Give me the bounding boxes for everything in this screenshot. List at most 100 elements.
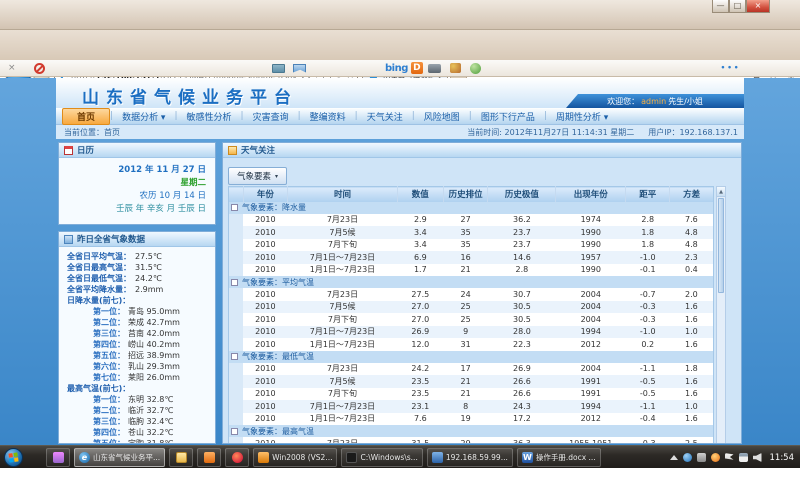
rank-row: 第三位：莒南 42.0mm bbox=[67, 328, 215, 339]
group-checkbox-icon[interactable] bbox=[231, 204, 238, 211]
table-header-row: 年份时间数值历史排位历史极值出现年份距平方差 bbox=[229, 187, 714, 202]
camera-addon-icon[interactable] bbox=[428, 64, 441, 73]
table-cell: 22.3 bbox=[488, 338, 556, 351]
table-cell: 23.7 bbox=[488, 226, 556, 239]
taskbar-button-6[interactable]: Win2008 (VS2... bbox=[253, 448, 337, 467]
nav-item-9[interactable]: 周期性分析 ▾ bbox=[547, 109, 617, 124]
table-scrollbar[interactable]: ▲ bbox=[716, 186, 726, 444]
rank-row: 第一位：青岛 95.0mm bbox=[67, 306, 215, 317]
stat-value: 2.9mm bbox=[135, 285, 163, 294]
cards-addon-icon[interactable] bbox=[272, 64, 285, 73]
welcome-suffix: 先生/小姐 bbox=[668, 96, 703, 107]
d-badge-icon[interactable]: D bbox=[411, 62, 423, 74]
group-title: 气象要素：平均气温 bbox=[242, 278, 314, 287]
group-header-cell: 气象要素：降水量 bbox=[229, 202, 714, 214]
calendar-panel: 日历 2012 年 11 月 27 日 星期二 农历 10 月 14 日 壬辰 … bbox=[58, 142, 216, 225]
globe-addon-icon[interactable] bbox=[470, 63, 481, 74]
table-cell: 0.2 bbox=[626, 338, 670, 351]
minimize-button[interactable]: — bbox=[712, 0, 729, 13]
group-checkbox-icon[interactable] bbox=[231, 353, 238, 360]
group-header-row[interactable]: 气象要素：降水量 bbox=[229, 202, 714, 214]
nav-item-6[interactable]: 天气关注 bbox=[358, 109, 412, 124]
group-header-row[interactable]: 气象要素：最低气温 bbox=[229, 351, 714, 363]
nav-item-4[interactable]: 灾害查询 bbox=[244, 109, 298, 124]
group-header-cell: 气象要素：平均气温 bbox=[229, 276, 714, 288]
taskbar-button-7[interactable]: C:\Windows\s... bbox=[341, 448, 422, 467]
table-cell: 7月1日～7月23日 bbox=[288, 251, 398, 264]
table-cell: 25 bbox=[443, 301, 488, 314]
status-line: 当前位置：首页 当前时间: 2012年11月27日 11:14:31 星期二 用… bbox=[56, 125, 744, 139]
tray-security-icon[interactable] bbox=[711, 453, 720, 462]
group-title: 气象要素：最低气温 bbox=[242, 352, 314, 361]
maximize-button[interactable]: □ bbox=[729, 0, 746, 13]
group-header-row[interactable]: 气象要素：最高气温 bbox=[229, 425, 714, 437]
table-cell: 2010 bbox=[243, 288, 288, 301]
taskbar-button-8[interactable]: 192.168.59.99... bbox=[427, 448, 513, 467]
taskbar-button-2[interactable]: e山东省气候业务平... bbox=[74, 448, 165, 467]
scrollbar-thumb[interactable] bbox=[718, 198, 724, 293]
taskbar-button-5[interactable] bbox=[225, 448, 249, 467]
column-header: 数值 bbox=[397, 187, 443, 202]
page-container: 山东省气候业务平台 欢迎您： admin 先生/小姐 首页|数据分析 ▾|敏感性… bbox=[56, 78, 744, 445]
nav-item-3[interactable]: 敏感性分析 bbox=[178, 109, 241, 124]
tray-app-icon[interactable] bbox=[697, 453, 706, 462]
taskbar-button-9[interactable]: W操作手册.docx ... bbox=[517, 448, 601, 467]
taskbar: e山东省气候业务平... Win2008 (VS2...C:\Windows\s.… bbox=[0, 445, 800, 468]
nav-item-7[interactable]: 风险地图 bbox=[415, 109, 469, 124]
table-cell: 1.6 bbox=[670, 338, 714, 351]
rank-label: 第五位： bbox=[93, 439, 125, 444]
taskbar-button-4[interactable] bbox=[197, 448, 221, 467]
stat-value: 24.2℃ bbox=[135, 274, 162, 283]
rank-row: 第二位：临沂 32.7℃ bbox=[67, 405, 215, 416]
table-cell: 2004 bbox=[556, 313, 626, 326]
group-checkbox-icon[interactable] bbox=[231, 428, 238, 435]
table-head: 年份时间数值历史排位历史极值出现年份距平方差 bbox=[229, 187, 714, 202]
close-button[interactable]: × bbox=[746, 0, 770, 13]
rank-label: 第四位： bbox=[93, 340, 125, 349]
taskbar-clock[interactable]: 11:54 bbox=[770, 453, 795, 463]
group-checkbox-icon[interactable] bbox=[231, 279, 238, 286]
table-cell: 7月5候 bbox=[288, 301, 398, 314]
table-cell: 21 bbox=[443, 388, 488, 401]
tray-network-globe-icon[interactable] bbox=[683, 453, 692, 462]
calendar-lunar-date: 农历 10 月 14 日 bbox=[59, 190, 206, 203]
table-row: 20107月1日～7月23日23.1824.31994-1.11.0 bbox=[229, 400, 714, 413]
start-button[interactable] bbox=[4, 448, 23, 467]
sidebar-close-icon[interactable]: × bbox=[8, 63, 16, 73]
volume-icon[interactable] bbox=[753, 453, 762, 462]
nav-item-8[interactable]: 图形下行产品 bbox=[472, 109, 544, 124]
weather-table: 年份时间数值历史排位历史极值出现年份距平方差 气象要素：降水量 20107月23日… bbox=[228, 186, 714, 444]
rank-value: 崂山 40.2mm bbox=[128, 340, 180, 349]
table-cell: 1994 bbox=[556, 326, 626, 339]
group-header-row[interactable]: 气象要素：平均气温 bbox=[229, 276, 714, 288]
mail-addon-icon[interactable] bbox=[293, 64, 306, 73]
taskbar-button-3[interactable] bbox=[169, 448, 193, 467]
table-cell: 7月5候 bbox=[288, 375, 398, 388]
rank-row: 第五位：招远 38.9mm bbox=[67, 350, 215, 361]
page-title: 山东省气候业务平台 bbox=[82, 83, 298, 108]
taskbar-button-1[interactable] bbox=[46, 448, 70, 467]
table-cell: 1957 bbox=[556, 251, 626, 264]
table-cell: 1990 bbox=[556, 264, 626, 277]
nav-item-2[interactable]: 数据分析 ▾ bbox=[113, 109, 174, 124]
action-center-flag-icon[interactable] bbox=[725, 453, 734, 462]
screen: — □ × ← → e http://192.168.137.1/GLCCLIM… bbox=[0, 0, 800, 500]
site-header: 山东省气候业务平台 欢迎您： admin 先生/小姐 bbox=[56, 78, 744, 108]
stat-label: 全省平均降水量： bbox=[67, 285, 131, 294]
row-gutter-cell bbox=[229, 400, 244, 413]
column-header-gutter bbox=[229, 187, 244, 202]
blocker-addon-icon[interactable] bbox=[34, 63, 45, 74]
hidden-icons-arrow-icon[interactable] bbox=[670, 455, 678, 460]
row-gutter-cell bbox=[229, 326, 244, 339]
element-filter-button[interactable]: 气象要素 ▾ bbox=[228, 167, 287, 185]
bing-logo[interactable]: bing bbox=[385, 63, 408, 74]
more-addons-icon[interactable]: ∙∙∙ bbox=[720, 63, 740, 73]
scrollbar-up-icon[interactable]: ▲ bbox=[717, 187, 725, 197]
paint-addon-icon[interactable] bbox=[450, 63, 461, 73]
table-row: 20107月5候23.52126.61991-0.51.6 bbox=[229, 375, 714, 388]
nav-item-5[interactable]: 整编资料 bbox=[301, 109, 355, 124]
table-row: 20107月23日24.21726.92004-1.11.8 bbox=[229, 363, 714, 376]
network-status-icon[interactable] bbox=[739, 453, 748, 462]
table-cell: 7月下旬 bbox=[288, 239, 398, 252]
nav-item-1[interactable]: 首页 bbox=[62, 108, 110, 125]
